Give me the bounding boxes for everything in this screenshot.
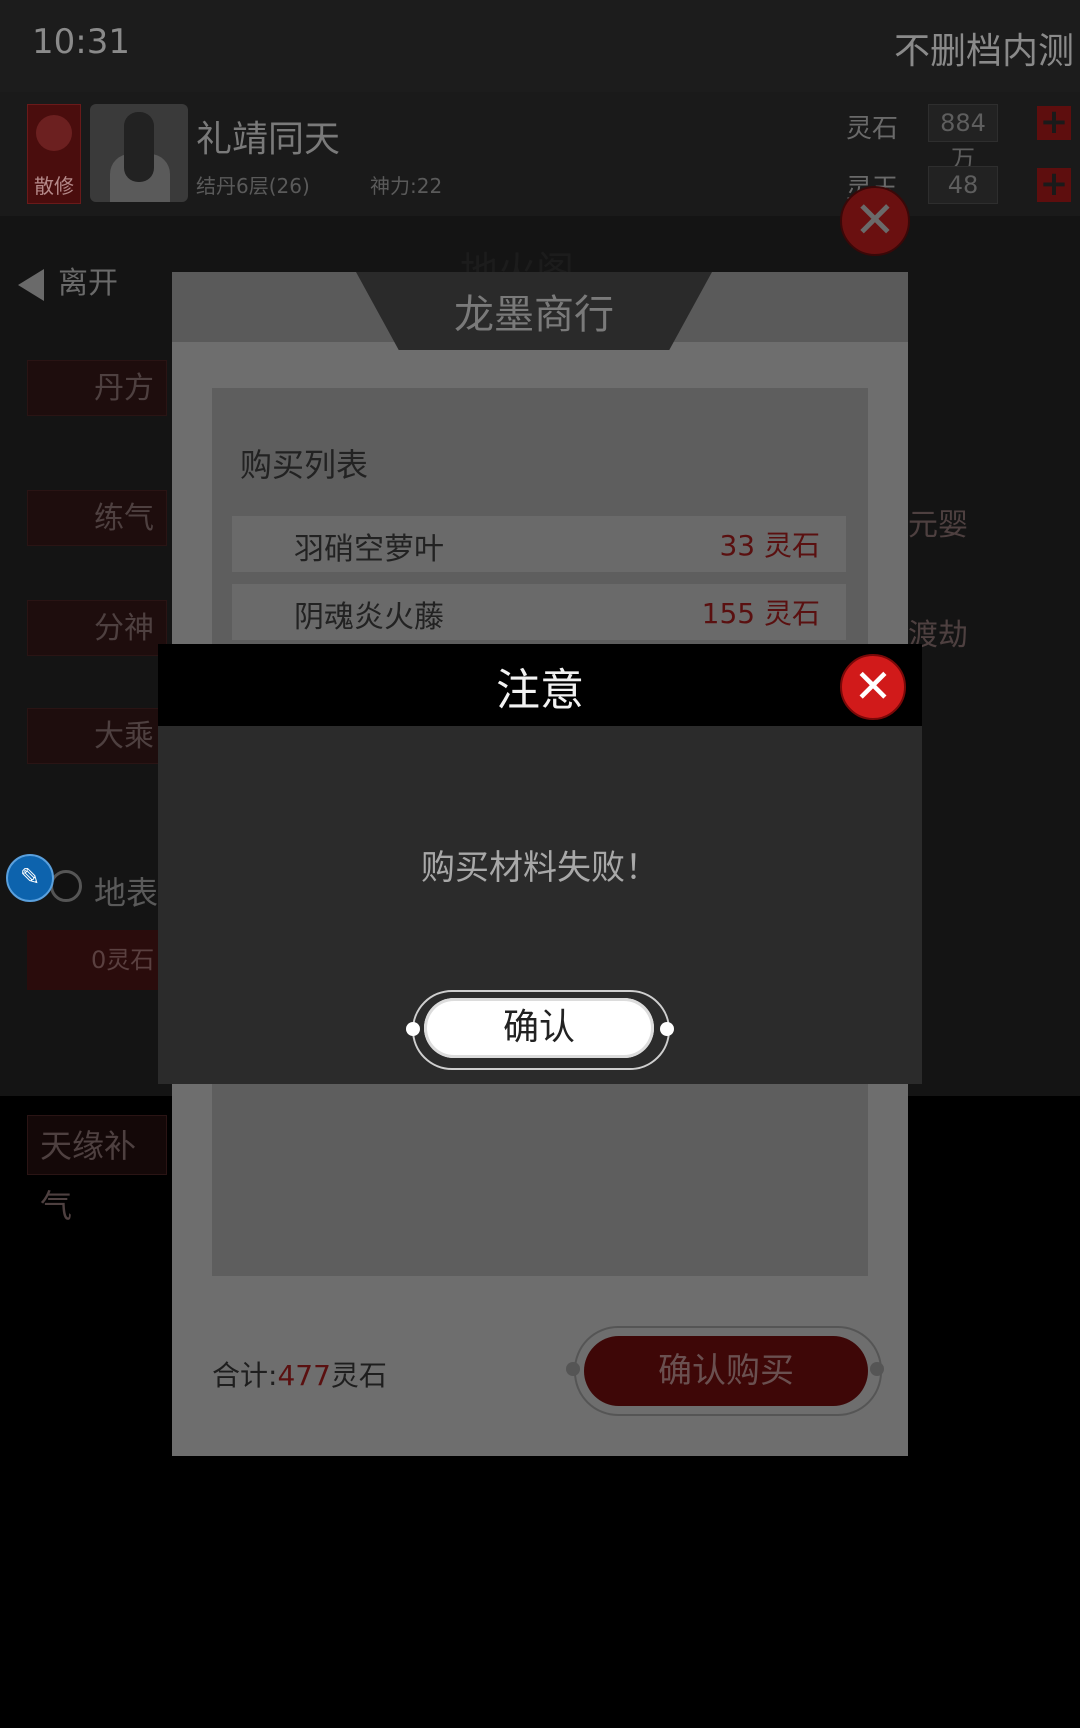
item-name: 阴魂炎火藤 [294, 600, 444, 635]
list-item[interactable]: 阴魂炎火藤 155 灵石 [232, 584, 846, 640]
alert-message: 购买材料失败！ [421, 848, 659, 888]
option-label: 地表 [94, 874, 159, 912]
total-value: 477 [277, 1359, 331, 1392]
add-spirit-jade-button[interactable]: + [1037, 167, 1071, 202]
item-price: 155 灵石 [701, 597, 820, 630]
status-time: 10:31 [32, 22, 130, 62]
shop-close-icon[interactable]: ✕ [840, 186, 910, 256]
lotus-icon [36, 115, 72, 151]
avatar-hair [124, 112, 154, 182]
list-item[interactable]: 羽硝空萝叶 33 灵石 [232, 516, 846, 572]
player-power: 神力:22 [370, 174, 443, 198]
shop-title: 龙墨商行 [454, 292, 614, 338]
total-label: 合计: [212, 1359, 278, 1392]
back-button[interactable]: 离开 [18, 258, 118, 302]
tianyuan-button[interactable]: 天缘补气 [27, 1115, 167, 1225]
shop-list-heading: 购买列表 [240, 446, 369, 484]
server-label: 不删档内测 [893, 31, 1074, 72]
close-icon[interactable]: ✕ [840, 654, 906, 720]
category-tab[interactable]: 丹方 [27, 360, 167, 416]
total-price: 合计:477灵石 [212, 1354, 387, 1394]
option-price: 0灵石 [27, 930, 167, 990]
total-unit: 灵石 [330, 1359, 387, 1392]
item-name: 羽硝空萝叶 [294, 532, 444, 567]
category-tab[interactable]: 元婴 [908, 500, 968, 544]
back-label: 离开 [58, 266, 118, 301]
player-level: 结丹6层(26) [196, 174, 310, 198]
avatar[interactable] [90, 104, 188, 202]
ok-button[interactable]: 确认 [424, 998, 654, 1058]
button-ornament [566, 1362, 580, 1376]
option-radio[interactable] [50, 870, 82, 902]
currency-label-spirit-stone: 灵石 [846, 114, 899, 144]
category-tab[interactable]: 练气 [27, 490, 167, 546]
category-tab[interactable]: 分神 [27, 600, 167, 656]
button-ornament [660, 1022, 674, 1036]
floating-tool-icon[interactable]: ✎ [6, 854, 54, 902]
add-spirit-stone-button[interactable]: + [1037, 105, 1071, 140]
sect-badge-label: 散修 [34, 174, 74, 198]
category-tab[interactable]: 大乘 [27, 708, 167, 764]
button-ornament [406, 1022, 420, 1036]
sect-badge[interactable]: 散修 [27, 104, 81, 204]
back-arrow-icon [18, 268, 44, 301]
alert-title: 注意 [496, 665, 584, 716]
currency-value-spirit-stone: 884万 [928, 104, 998, 173]
confirm-purchase-button[interactable]: 确认购买 [584, 1336, 868, 1406]
button-ornament [870, 1362, 884, 1376]
player-name: 礼靖同天 [196, 119, 341, 160]
currency-value-spirit-jade: 48 [928, 166, 998, 204]
item-price: 33 灵石 [719, 529, 820, 562]
